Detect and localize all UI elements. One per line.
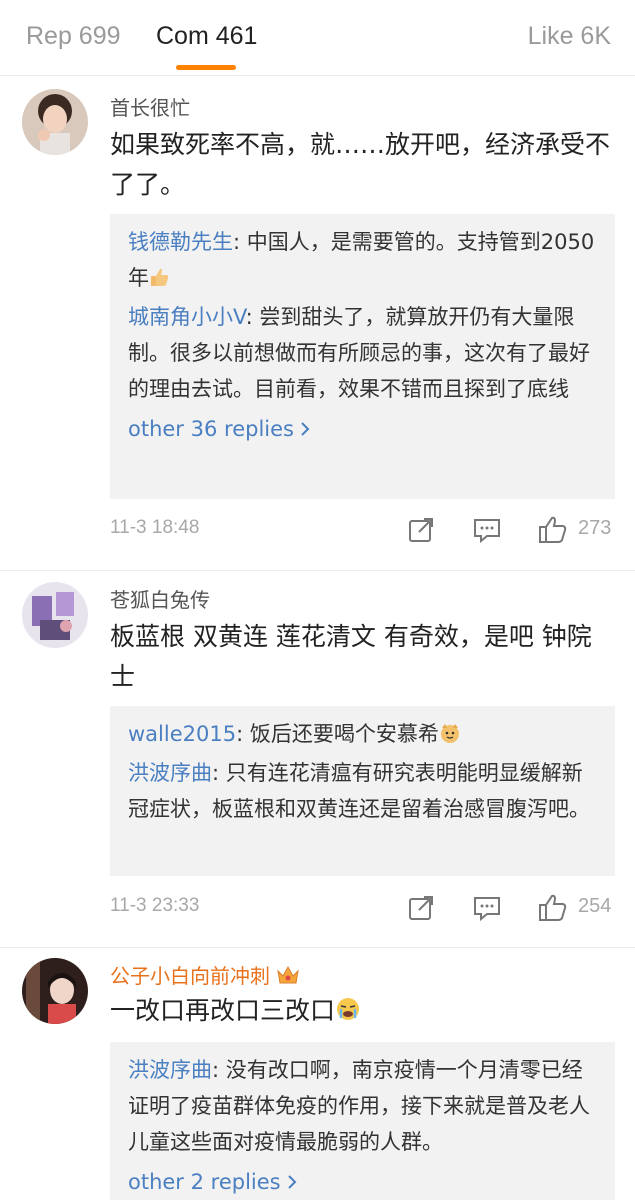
tab-likes[interactable]: Like 6K <box>528 22 611 51</box>
reply-username[interactable]: 洪波序曲 <box>128 1058 212 1082</box>
more-replies-label: other 36 replies <box>128 417 294 441</box>
like-icon[interactable] <box>538 515 568 545</box>
smirk-dog-emoji-icon <box>439 719 461 755</box>
share-icon[interactable] <box>406 893 436 923</box>
reply-username[interactable]: 钱德勒先生 <box>128 230 233 254</box>
divider <box>0 570 635 571</box>
avatar[interactable] <box>22 582 88 648</box>
reply-item: 钱德勒先生: 中国人，是需要管的。支持管到2050年 <box>128 224 597 299</box>
comment-username[interactable]: 公子小白向前冲刺 <box>110 960 300 991</box>
active-tab-indicator <box>176 65 236 70</box>
comment-text: 板蓝根 双黄连 莲花清文 有奇效，是吧 钟院士 <box>110 622 592 691</box>
comment-username[interactable]: 首长很忙 <box>110 92 190 121</box>
comment-username-label: 公子小白向前冲刺 <box>110 964 270 988</box>
thumbs-up-emoji-icon <box>149 263 171 299</box>
chevron-right-icon <box>287 1164 297 1200</box>
like-count: 254 <box>578 895 612 917</box>
comment-text-label: 一改口再改口三改口 <box>110 996 336 1025</box>
share-icon[interactable] <box>406 515 436 545</box>
reply-username[interactable]: 洪波序曲 <box>128 761 212 785</box>
comment-username[interactable]: 苍狐白兔传 <box>110 584 210 613</box>
comment-meta: 11-3 23:33 254 <box>110 893 615 923</box>
more-replies-label: other 2 replies <box>128 1170 281 1194</box>
crown-badge-icon <box>276 964 300 991</box>
comment-text: 如果致死率不高，就……放开吧，经济承受不了了。 <box>110 130 611 199</box>
comment-text: 一改口再改口三改口 <box>110 991 615 1034</box>
tab-comments[interactable]: Com 461 <box>156 22 257 51</box>
like-count: 273 <box>578 517 612 539</box>
comment-tabs: Rep 699 Com 461 Like 6K <box>0 0 635 76</box>
divider <box>0 947 635 948</box>
replies-box: walle2015: 饭后还要喝个安慕希 洪波序曲: 只有连花清瘟有研究表明能明… <box>110 706 615 876</box>
avatar[interactable] <box>22 958 88 1024</box>
comment-timestamp: 11-3 18:48 <box>110 517 200 538</box>
crying-face-emoji-icon <box>335 994 361 1034</box>
comment-meta: 11-3 18:48 273 <box>110 515 615 545</box>
more-replies-link[interactable]: other 2 replies <box>128 1164 597 1200</box>
replies-box: 洪波序曲: 没有改口啊，南京疫情一个月清零已经证明了疫苗群体免疫的作用，接下来就… <box>110 1042 615 1200</box>
like-icon[interactable] <box>538 893 568 923</box>
reply-item: 洪波序曲: 没有改口啊，南京疫情一个月清零已经证明了疫苗群体免疫的作用，接下来就… <box>128 1052 597 1160</box>
avatar[interactable] <box>22 89 88 155</box>
more-replies-link[interactable]: other 36 replies <box>128 411 597 447</box>
chevron-right-icon <box>300 411 310 447</box>
comment-icon[interactable] <box>472 893 502 923</box>
comment-icon[interactable] <box>472 515 502 545</box>
replies-box: 钱德勒先生: 中国人，是需要管的。支持管到2050年 城南角小小V: 尝到甜头了… <box>110 214 615 499</box>
reply-username[interactable]: walle2015 <box>128 722 236 746</box>
reply-username[interactable]: 城南角小小V <box>128 305 246 329</box>
comment-timestamp: 11-3 23:33 <box>110 895 200 916</box>
reply-item: 城南角小小V: 尝到甜头了，就算放开仍有大量限制。很多以前想做而有所顾忌的事，这… <box>128 299 597 407</box>
reply-item: 洪波序曲: 只有连花清瘟有研究表明能明显缓解新冠症状，板蓝根和双黄连还是留着治感… <box>128 755 597 827</box>
reply-text: : 饭后还要喝个安慕希 <box>236 722 439 746</box>
tab-reposts[interactable]: Rep 699 <box>26 22 121 51</box>
reply-item: walle2015: 饭后还要喝个安慕希 <box>128 716 597 755</box>
